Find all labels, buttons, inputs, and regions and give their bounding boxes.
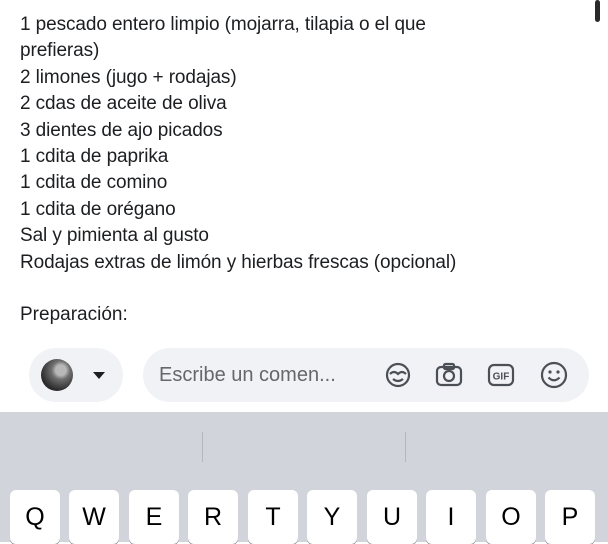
account-switcher-button[interactable] bbox=[29, 348, 123, 402]
ingredient-line: prefieras) bbox=[20, 40, 100, 62]
gif-icon[interactable]: GIF bbox=[486, 360, 516, 390]
key-r[interactable]: R bbox=[188, 490, 238, 544]
key-o[interactable]: O bbox=[486, 490, 536, 544]
comment-input[interactable]: Escribe un comen... GIF bbox=[143, 348, 589, 402]
avatar-sticker-icon[interactable] bbox=[383, 360, 413, 390]
ingredient-line: 2 cdas de aceite de oliva bbox=[20, 93, 227, 115]
ingredient-line: Rodajas extras de limón y hierbas fresca… bbox=[20, 251, 457, 273]
key-i[interactable]: I bbox=[426, 490, 476, 544]
ingredient-line: 1 cdita de comino bbox=[20, 172, 168, 194]
key-p[interactable]: P bbox=[545, 490, 595, 544]
smiley-icon[interactable] bbox=[539, 360, 569, 390]
key-w[interactable]: W bbox=[69, 490, 119, 544]
preparation-heading: Preparación: bbox=[20, 304, 128, 325]
ingredient-list: 1 pescado entero limpio (mojarra, tilapi… bbox=[20, 12, 580, 276]
ingredient-line: 1 pescado entero limpio (mojarra, tilapi… bbox=[20, 14, 426, 35]
scrollbar[interactable] bbox=[595, 0, 600, 22]
ingredient-line: 3 dientes de ajo picados bbox=[20, 119, 223, 141]
ingredient-line: Sal y pimienta al gusto bbox=[20, 225, 209, 247]
key-e[interactable]: E bbox=[129, 490, 179, 544]
suggestion-divider bbox=[202, 432, 203, 462]
camera-icon[interactable] bbox=[434, 360, 464, 390]
ingredient-line: 2 limones (jugo + rodajas) bbox=[20, 66, 237, 88]
key-u[interactable]: U bbox=[367, 490, 417, 544]
predictive-text-bar[interactable] bbox=[0, 412, 608, 478]
ingredient-line: 1 cdita de paprika bbox=[20, 146, 169, 168]
keyboard: Q W E R T Y U I O P bbox=[0, 412, 608, 544]
suggestion-divider bbox=[405, 432, 406, 462]
keyboard-row-1: Q W E R T Y U I O P bbox=[0, 490, 608, 544]
key-q[interactable]: Q bbox=[10, 490, 60, 544]
key-y[interactable]: Y bbox=[307, 490, 357, 544]
comment-input-placeholder: Escribe un comen... bbox=[159, 364, 336, 386]
chevron-down-icon bbox=[93, 372, 105, 379]
ingredient-line: 1 cdita de orégano bbox=[20, 198, 176, 220]
post-body: 1 pescado entero limpio (mojarra, tilapi… bbox=[0, 0, 608, 340]
key-t[interactable]: T bbox=[248, 490, 298, 544]
svg-text:GIF: GIF bbox=[493, 372, 510, 383]
avatar bbox=[41, 359, 73, 391]
